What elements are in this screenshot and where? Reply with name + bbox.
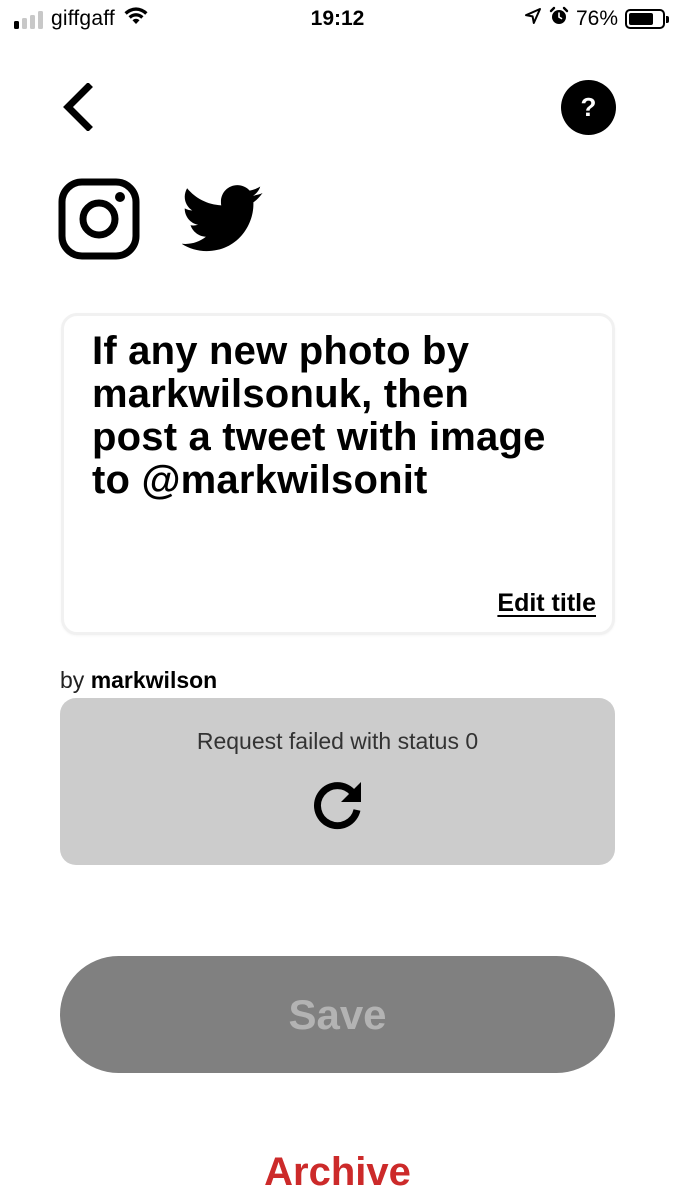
applet-title: If any new photo by markwilsonuk, then p… <box>92 329 546 502</box>
edit-title-link[interactable]: Edit title <box>497 589 596 618</box>
help-label: ? <box>580 92 597 122</box>
alarm-icon <box>549 6 569 31</box>
battery-percent: 76% <box>575 6 618 30</box>
refresh-icon <box>309 778 367 839</box>
back-button[interactable] <box>56 81 100 136</box>
error-panel: Request failed with status 0 <box>60 698 615 865</box>
archive-button[interactable]: Archive <box>0 1150 675 1195</box>
battery-icon <box>625 8 669 29</box>
location-icon <box>524 7 542 30</box>
author-name: markwilson <box>90 667 218 693</box>
status-bar: giffgaff 19:12 76% <box>0 0 675 38</box>
service-icons <box>58 178 264 265</box>
instagram-icon <box>58 178 140 265</box>
applet-title-card: If any new photo by markwilsonuk, then p… <box>61 313 615 635</box>
byline-prefix: by <box>60 667 85 693</box>
chevron-left-icon <box>58 81 98 136</box>
retry-button[interactable] <box>308 781 368 835</box>
byline: by markwilson <box>60 667 217 694</box>
status-right: 76% <box>524 6 669 31</box>
help-button[interactable]: ? <box>561 80 616 135</box>
error-message: Request failed with status 0 <box>196 728 479 754</box>
twitter-icon <box>181 184 264 259</box>
save-button[interactable]: Save <box>60 956 615 1073</box>
